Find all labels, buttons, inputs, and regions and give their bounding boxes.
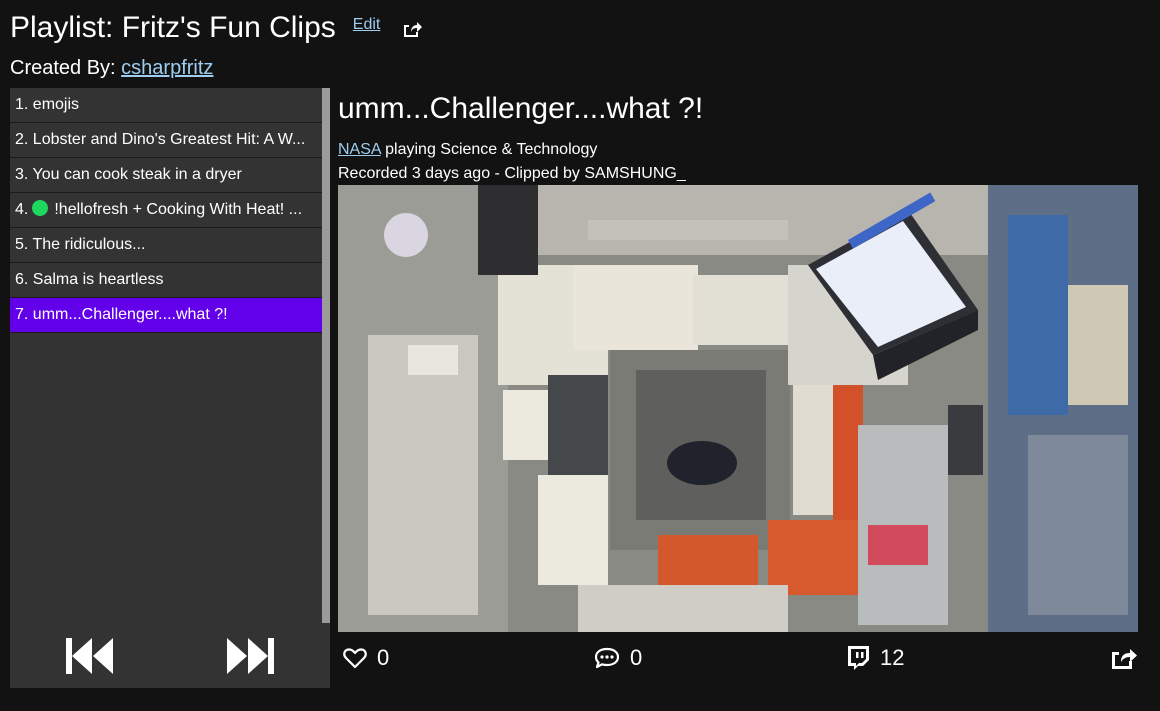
creator-link[interactable]: csharpfritz (121, 57, 213, 79)
clip-recorded-line: Recorded 3 days ago - Clipped by SAMSHUN… (338, 165, 686, 182)
playing-text: playing Science & Technology (380, 141, 598, 158)
playlist-item[interactable]: 1. emojis (10, 88, 322, 123)
clip-channel-line: NASA playing Science & Technology (338, 138, 1138, 162)
clip-title: umm...Challenger....what ?! (338, 92, 704, 125)
skip-next-icon[interactable] (225, 636, 275, 676)
comments-count: 0 (630, 645, 643, 670)
playlist-item-number: 4. (15, 201, 29, 218)
playlist-item-label: !hellofresh + Cooking With Heat! ... (54, 201, 303, 218)
playlist-item-label: 5. The ridiculous... (15, 236, 146, 253)
video-player[interactable] (338, 185, 1138, 632)
clip-content: umm...Challenger....what ?! NASA playing… (338, 88, 1138, 670)
clip-stats: 0 0 12 (338, 640, 1138, 676)
scrollbar-thumb[interactable] (322, 88, 330, 623)
playlist-item-label: 2. Lobster and Dino's Greatest Hit: A W.… (15, 131, 306, 148)
playlist-item-label: 6. Salma is heartless (15, 271, 164, 288)
comment-icon (594, 647, 620, 669)
comments-stat[interactable]: 0 (594, 640, 642, 676)
likes-count: 0 (377, 645, 390, 670)
skip-previous-icon[interactable] (65, 636, 115, 676)
playlist-item-active[interactable]: 7. umm...Challenger....what ?! (10, 298, 322, 333)
created-by-label: Created By: (10, 57, 122, 79)
share-clip-button[interactable] (1110, 640, 1148, 676)
playlist-item[interactable]: 2. Lobster and Dino's Greatest Hit: A W.… (10, 123, 322, 158)
playlist-item[interactable]: 6. Salma is heartless (10, 263, 322, 298)
edit-link[interactable]: Edit (353, 16, 381, 34)
playlist-scrollbar[interactable] (322, 88, 330, 623)
playlist-item-label: 1. emojis (15, 96, 80, 113)
playlist-header: Playlist: Fritz's Fun Clips Edit (10, 10, 423, 50)
page-title: Playlist: Fritz's Fun Clips (10, 11, 336, 44)
share-icon[interactable] (402, 20, 423, 38)
playlist-item[interactable]: 5. The ridiculous... (10, 228, 322, 263)
twitch-stat[interactable]: 12 (846, 640, 904, 676)
video-frame (338, 185, 1138, 632)
share-icon (1112, 649, 1137, 669)
heart-icon (343, 648, 367, 669)
playlist-item-label: 7. umm...Challenger....what ?! (15, 306, 228, 323)
channel-link[interactable]: NASA (338, 141, 381, 158)
likes-stat[interactable]: 0 (343, 640, 389, 676)
live-dot-icon (32, 200, 49, 216)
playlist-list: 1. emojis 2. Lobster and Dino's Greatest… (10, 88, 322, 623)
twitch-icon (848, 646, 869, 670)
playlist-item-label: 3. You can cook steak in a dryer (15, 166, 242, 183)
twitch-count: 12 (880, 645, 905, 670)
playlist-item[interactable]: 4. !hellofresh + Cooking With Heat! ... (10, 193, 322, 228)
playlist-sidebar: 1. emojis 2. Lobster and Dino's Greatest… (10, 88, 330, 688)
created-by: Created By: csharpfritz (10, 56, 213, 80)
playlist-item[interactable]: 3. You can cook steak in a dryer (10, 158, 322, 193)
